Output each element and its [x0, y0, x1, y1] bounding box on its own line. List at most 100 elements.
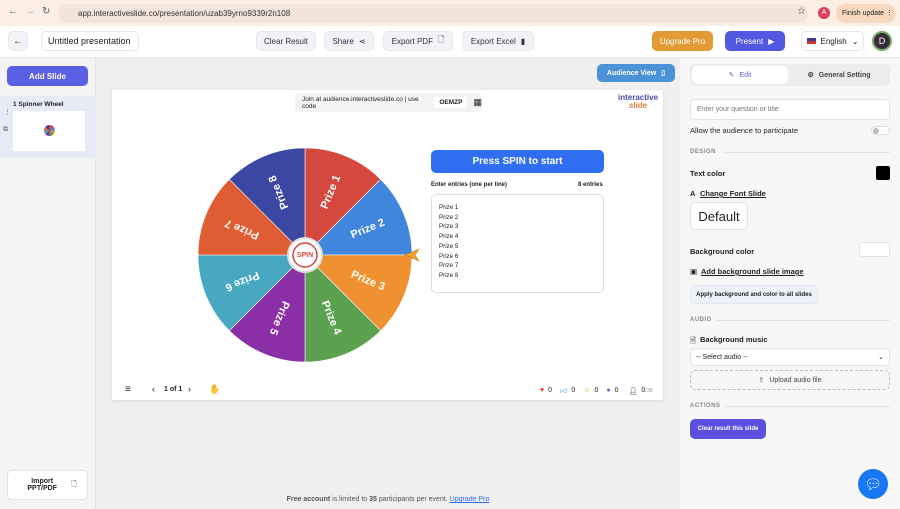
font-icon: A — [690, 189, 696, 198]
spinner-wheel[interactable]: Prize 1Prize 2Prize 3Prize 4Prize 5Prize… — [190, 142, 420, 368]
smile-icon: ☺ — [583, 387, 591, 394]
free-account-notice: Free account is limited to 35 participan… — [96, 496, 680, 503]
browser-chrome: ← → ↻ app.interactiveslide.co/presentati… — [0, 0, 900, 26]
join-text: Join at audience.interactiveslide.co | u… — [302, 95, 419, 110]
entry-line: Prize 6 — [439, 252, 459, 260]
address-bar[interactable]: app.interactiveslide.co/presentation/uza… — [58, 4, 808, 23]
smiles-count: 0 — [594, 387, 599, 394]
present-label: Present — [735, 36, 764, 46]
add-background-image-link[interactable]: Add background slide image — [701, 267, 804, 276]
audio-select-value: -- Select audio -- — [696, 353, 748, 361]
slide-thumbnail-label: 1 Spinner Wheel — [13, 101, 64, 108]
audio-select[interactable]: -- Select audio -- ⌄ — [690, 348, 890, 366]
audio-section-label: AUDIO — [690, 317, 712, 323]
export-excel-label: Export Excel — [470, 36, 516, 46]
entries-textarea[interactable]: Prize 1 Prize 2 Prize 3 Prize 4 Prize 5 Prize… — [431, 194, 604, 293]
chat-bubble-icon: 💬︎ — [864, 475, 882, 492]
back-icon[interactable]: ← — [8, 6, 18, 17]
settings-panel: ✎ Edit ⚙ General Setting Allow the audienc… — [680, 58, 900, 509]
tab-general-label: General Setting — [818, 71, 871, 79]
allow-audience-toggle[interactable] — [871, 126, 890, 135]
excel-file-icon: ▮ — [520, 36, 526, 46]
finish-update-button[interactable]: Finish update ⋮ — [836, 4, 896, 23]
upload-icon: ⇪ — [758, 377, 765, 384]
upload-audio-button[interactable]: ⇪ Upload audio file — [690, 370, 890, 390]
heart-icon: ♥ — [540, 387, 545, 394]
audience-view-label: Audience View — [606, 69, 657, 77]
background-color-swatch[interactable] — [859, 242, 890, 257]
next-slide-icon[interactable]: › — [188, 384, 191, 394]
top-toolbar: ← Untitled presentation Clear Result Sha… — [0, 26, 900, 58]
entry-line: Prize 5 — [439, 242, 459, 250]
divider — [716, 320, 890, 321]
font-select-button[interactable]: Default — [690, 202, 748, 230]
menu-icon[interactable]: ≡ — [125, 384, 131, 395]
entry-line: Prize 7 — [439, 262, 459, 270]
logo-bottom: slide — [628, 101, 648, 110]
entry-line: Prize 4 — [439, 233, 459, 241]
share-icon: ⋖ — [358, 36, 366, 46]
export-excel-button[interactable]: Export Excel ▮ — [462, 31, 534, 51]
forward-icon[interactable]: → — [25, 6, 35, 17]
present-button[interactable]: Present ▶ — [725, 31, 785, 51]
language-select[interactable]: English ⌄ — [801, 31, 864, 51]
actions-section-label: ACTIONS — [690, 403, 721, 409]
tab-general-setting[interactable]: ⚙ General Setting — [790, 66, 888, 84]
prev-slide-icon[interactable]: ‹ — [152, 384, 155, 394]
slide-thumbnail-1[interactable]: 1 Spinner Wheel ⋮ ⧉ — [0, 96, 96, 158]
more-options-icon[interactable]: ⋮ — [4, 108, 11, 116]
reload-icon[interactable]: ↻ — [42, 6, 50, 17]
share-button[interactable]: Share ⋖ — [324, 31, 374, 51]
mini-wheel-icon — [44, 125, 55, 136]
raise-hand-icon[interactable]: ✋ — [209, 384, 220, 395]
slides-sidebar: Add Slide 1 Spinner Wheel ⋮ ⧉ Import PPT… — [0, 58, 96, 509]
background-music-label: Background music — [700, 335, 768, 344]
image-icon: ▣ — [690, 267, 698, 276]
entry-line: Prize 2 — [439, 213, 459, 221]
bookmark-star-icon[interactable]: ☆ — [797, 6, 806, 17]
pdf-file-icon: 🗋 — [437, 35, 445, 44]
tab-edit-label: Edit — [739, 71, 752, 79]
chevron-down-icon: ⌄ — [878, 354, 884, 361]
notice-bold: Free account — [286, 496, 331, 503]
duplicate-icon[interactable]: ⧉ — [3, 126, 8, 134]
join-banner: Join at audience.interactiveslide.co | u… — [295, 93, 482, 112]
wow-icon: ● — [606, 387, 611, 394]
entries-label: Enter entries (one per line) — [431, 182, 508, 188]
notice-text-end: participants per event. — [376, 496, 450, 503]
user-avatar[interactable]: D — [872, 31, 892, 51]
reactions-bar: ♥ 0 👍︎ 0 ☺ 0 ● 0 👤︎ 0/35 — [540, 386, 653, 395]
text-color-label: Text color — [690, 169, 726, 178]
slide-thumbnail-preview — [13, 111, 85, 151]
us-flag-icon — [806, 38, 816, 44]
change-font-link[interactable]: Change Font Slide — [700, 189, 766, 198]
upgrade-pro-link[interactable]: Upgrade Pro — [450, 496, 490, 503]
upgrade-pro-button[interactable]: Upgrade Pro — [652, 31, 713, 51]
entries-count: 8 entries — [578, 182, 603, 188]
clear-result-slide-button[interactable]: Clear result this slide — [690, 419, 766, 439]
back-button[interactable]: ← — [8, 31, 28, 51]
share-label: Share — [332, 36, 354, 46]
add-slide-button[interactable]: Add Slide — [7, 66, 88, 86]
chat-support-button[interactable]: 💬︎ — [858, 469, 888, 499]
tab-edit[interactable]: ✎ Edit — [692, 66, 788, 84]
apply-all-slides-button[interactable]: Apply background and color to all slides — [690, 285, 818, 304]
file-icon: 🗋 — [71, 480, 77, 488]
import-ppt-pdf-button[interactable]: Import PPT/PDF 🗋 — [7, 470, 88, 500]
design-section-label: DESIGN — [690, 149, 717, 155]
edit-icon: ✎ — [728, 72, 735, 79]
import-label: Import PPT/PDF — [27, 478, 57, 492]
qr-code-icon[interactable]: ▦ — [473, 97, 482, 108]
text-color-swatch[interactable] — [876, 166, 890, 180]
audience-view-button[interactable]: Audience View ▯ — [597, 64, 675, 82]
profile-avatar[interactable]: A — [818, 7, 830, 19]
question-title-input[interactable] — [690, 99, 890, 120]
spin-start-button[interactable]: Press SPIN to start — [431, 150, 604, 173]
export-pdf-button[interactable]: Export PDF 🗋 — [383, 31, 453, 51]
participants-icon: 👤︎ — [628, 387, 638, 395]
title-input[interactable]: Untitled presentation — [41, 31, 139, 51]
gear-icon: ⚙ — [807, 72, 814, 79]
clear-result-button[interactable]: Clear Result — [256, 31, 316, 51]
export-pdf-label: Export PDF — [391, 36, 433, 46]
upload-audio-label: Upload audio file — [769, 376, 822, 384]
